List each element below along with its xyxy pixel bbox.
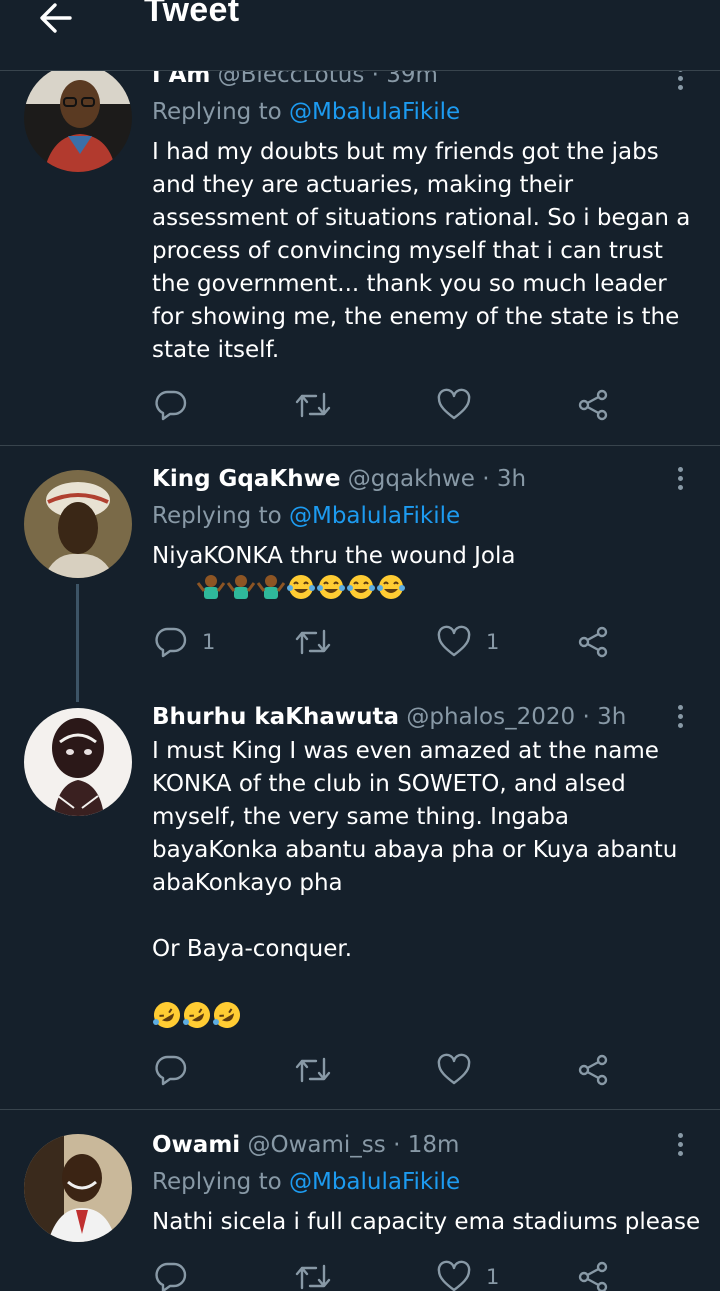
- user-handle[interactable]: @phalos_2020: [406, 704, 575, 730]
- tweet-text: I had my doubts but my friends got the j…: [152, 139, 698, 363]
- more-vertical-icon: [677, 466, 683, 472]
- heart-icon: [437, 1053, 471, 1085]
- more-options-button[interactable]: [664, 460, 696, 496]
- tweet-text: Nathi sicela i full capacity ema stadium…: [152, 1209, 701, 1235]
- mention-link[interactable]: @MbalulaFikile: [289, 503, 460, 529]
- display-name[interactable]: Bhurhu kaKhawuta: [152, 704, 399, 730]
- separator-dot: ·: [393, 1132, 401, 1158]
- replying-to-label: Replying to: [152, 99, 289, 125]
- tweet-meta: Bhurhu kaKhawuta @phalos_2020 · 3h: [152, 703, 626, 731]
- user-handle[interactable]: @gqakhwe: [348, 466, 475, 492]
- comment-icon: [155, 1055, 187, 1086]
- reply-button[interactable]: [154, 1046, 188, 1094]
- man-shrugging-icon: [226, 575, 256, 599]
- share-button[interactable]: [576, 381, 612, 429]
- comment-icon: [155, 627, 187, 658]
- like-button[interactable]: [436, 381, 472, 429]
- timestamp: 18m: [407, 1132, 460, 1158]
- man-shrugging-icon: [196, 575, 226, 599]
- like-count: 1: [486, 630, 500, 654]
- retweet-button[interactable]: [294, 381, 332, 429]
- more-vertical-icon: [677, 704, 683, 710]
- share-icon: [578, 1054, 608, 1086]
- rofl-icon: [213, 1002, 240, 1028]
- more-options-button[interactable]: [664, 1126, 696, 1162]
- tweet-actions: 1 1: [0, 618, 720, 666]
- back-button[interactable]: [32, 0, 80, 42]
- replying-to-label: Replying to: [152, 503, 289, 529]
- timestamp: 3h: [496, 466, 527, 492]
- mention-link[interactable]: @MbalulaFikile: [289, 1169, 460, 1195]
- tears-of-joy-icon: [316, 575, 345, 599]
- share-button[interactable]: [576, 1253, 612, 1291]
- man-shrugging-icon: [256, 575, 286, 599]
- mention-link[interactable]: @MbalulaFikile: [289, 99, 460, 125]
- like-button[interactable]: 1: [436, 618, 499, 666]
- share-icon: [578, 1261, 608, 1291]
- like-button[interactable]: 1: [436, 1253, 499, 1291]
- display-name[interactable]: King GqaKhwe: [152, 466, 340, 492]
- heart-icon: [437, 625, 471, 657]
- retweet-button[interactable]: [294, 1046, 332, 1094]
- more-vertical-icon: [677, 1132, 683, 1138]
- retweet-button[interactable]: [294, 1253, 332, 1291]
- share-icon: [578, 389, 608, 421]
- share-icon: [578, 626, 608, 658]
- tweet-text: I must King I was even amazed at the nam…: [152, 738, 678, 962]
- tears-of-joy-icon: [286, 575, 315, 599]
- separator-dot: ·: [482, 466, 490, 492]
- display-name[interactable]: Owami: [152, 1132, 240, 1158]
- like-button[interactable]: [436, 1046, 472, 1094]
- retweet-icon: [295, 1057, 331, 1083]
- rofl-icon: [183, 1002, 210, 1028]
- separator-dot: ·: [582, 704, 590, 730]
- retweet-button[interactable]: [294, 618, 332, 666]
- tweet-item[interactable]: Bhurhu kaKhawuta @phalos_2020 · 3h I mus…: [0, 686, 720, 1108]
- user-handle[interactable]: @Owami_ss: [247, 1132, 385, 1158]
- retweet-icon: [295, 1264, 331, 1290]
- tweet-item[interactable]: King GqaKhwe @gqakhwe · 3h Replying to @…: [0, 446, 720, 686]
- heart-icon: [437, 388, 471, 420]
- reply-button[interactable]: [154, 1253, 188, 1291]
- replying-to: Replying to @MbalulaFikile: [152, 1167, 460, 1197]
- avatar[interactable]: [24, 470, 132, 578]
- tweet-actions: 1: [0, 1253, 720, 1291]
- avatar[interactable]: [24, 708, 132, 816]
- retweet-icon: [295, 392, 331, 418]
- reply-button[interactable]: [154, 381, 188, 429]
- tears-of-joy-icon: [346, 575, 375, 599]
- reply-button[interactable]: 1: [154, 618, 215, 666]
- tweet-actions: [0, 1046, 720, 1094]
- tears-of-joy-icon: [376, 575, 405, 599]
- tweet-actions: [0, 381, 720, 429]
- comment-icon: [155, 390, 187, 421]
- rofl-icon: [153, 1002, 180, 1028]
- page-title: Tweet: [144, 0, 240, 29]
- thread-connector-line: [76, 584, 79, 702]
- comment-icon: [155, 1262, 187, 1291]
- heart-icon: [437, 1260, 471, 1291]
- top-app-bar: Tweet: [0, 0, 720, 71]
- tweet-text-content: NiyaKONKA thru the wound Jola: [152, 543, 516, 569]
- emoji-group: [152, 1000, 242, 1030]
- avatar[interactable]: [24, 64, 132, 172]
- tweet-meta: Owami @Owami_ss · 18m: [152, 1131, 459, 1159]
- share-button[interactable]: [576, 618, 612, 666]
- tweet-item[interactable]: Owami @Owami_ss · 18m Replying to @Mbalu…: [0, 1110, 720, 1291]
- reply-count: 1: [202, 630, 216, 654]
- tweet-thread-screen: Tweet I Am @BleccLotus · 39m Replying to: [0, 0, 720, 1291]
- replying-to: Replying to @MbalulaFikile: [152, 501, 460, 531]
- replying-to: Replying to @MbalulaFikile: [152, 97, 460, 127]
- replying-to-label: Replying to: [152, 1169, 289, 1195]
- arrow-left-icon: [40, 3, 72, 33]
- more-options-button[interactable]: [664, 698, 696, 734]
- share-button[interactable]: [576, 1046, 612, 1094]
- timestamp: 3h: [597, 704, 627, 730]
- retweet-icon: [295, 629, 331, 655]
- like-count: 1: [486, 1265, 500, 1289]
- tweet-meta: King GqaKhwe @gqakhwe · 3h: [152, 465, 526, 493]
- avatar[interactable]: [24, 1134, 132, 1242]
